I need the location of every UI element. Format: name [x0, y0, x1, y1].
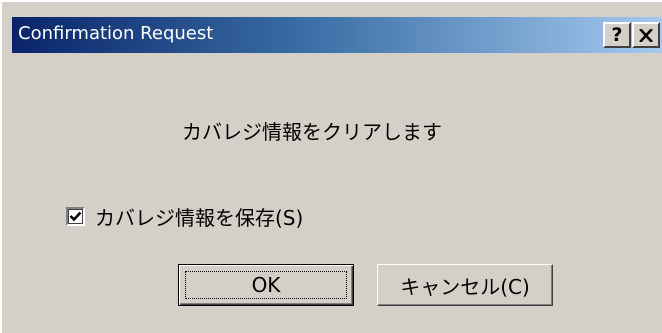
save-coverage-checkbox[interactable]: [66, 207, 85, 226]
cancel-button[interactable]: キャンセル(C): [377, 264, 553, 306]
save-coverage-option[interactable]: カバレジ情報を保存(S): [66, 202, 303, 231]
confirmation-message: カバレジ情報をクリアします: [182, 120, 442, 144]
ok-button[interactable]: OK: [178, 264, 354, 306]
save-coverage-label[interactable]: カバレジ情報を保存(S): [95, 202, 303, 231]
title-bar[interactable]: Confirmation Request ?: [12, 17, 662, 53]
window-title: Confirmation Request: [18, 23, 214, 44]
help-icon: ?: [611, 23, 623, 46]
check-icon: [69, 211, 82, 222]
close-button[interactable]: [632, 22, 660, 48]
cancel-button-label: キャンセル(C): [400, 274, 530, 299]
ok-button-label: OK: [251, 273, 281, 297]
close-icon: [639, 28, 653, 42]
confirmation-dialog: Confirmation Request ? カバレジ情報をクリアします カバレ…: [0, 0, 662, 333]
help-button[interactable]: ?: [603, 22, 631, 48]
